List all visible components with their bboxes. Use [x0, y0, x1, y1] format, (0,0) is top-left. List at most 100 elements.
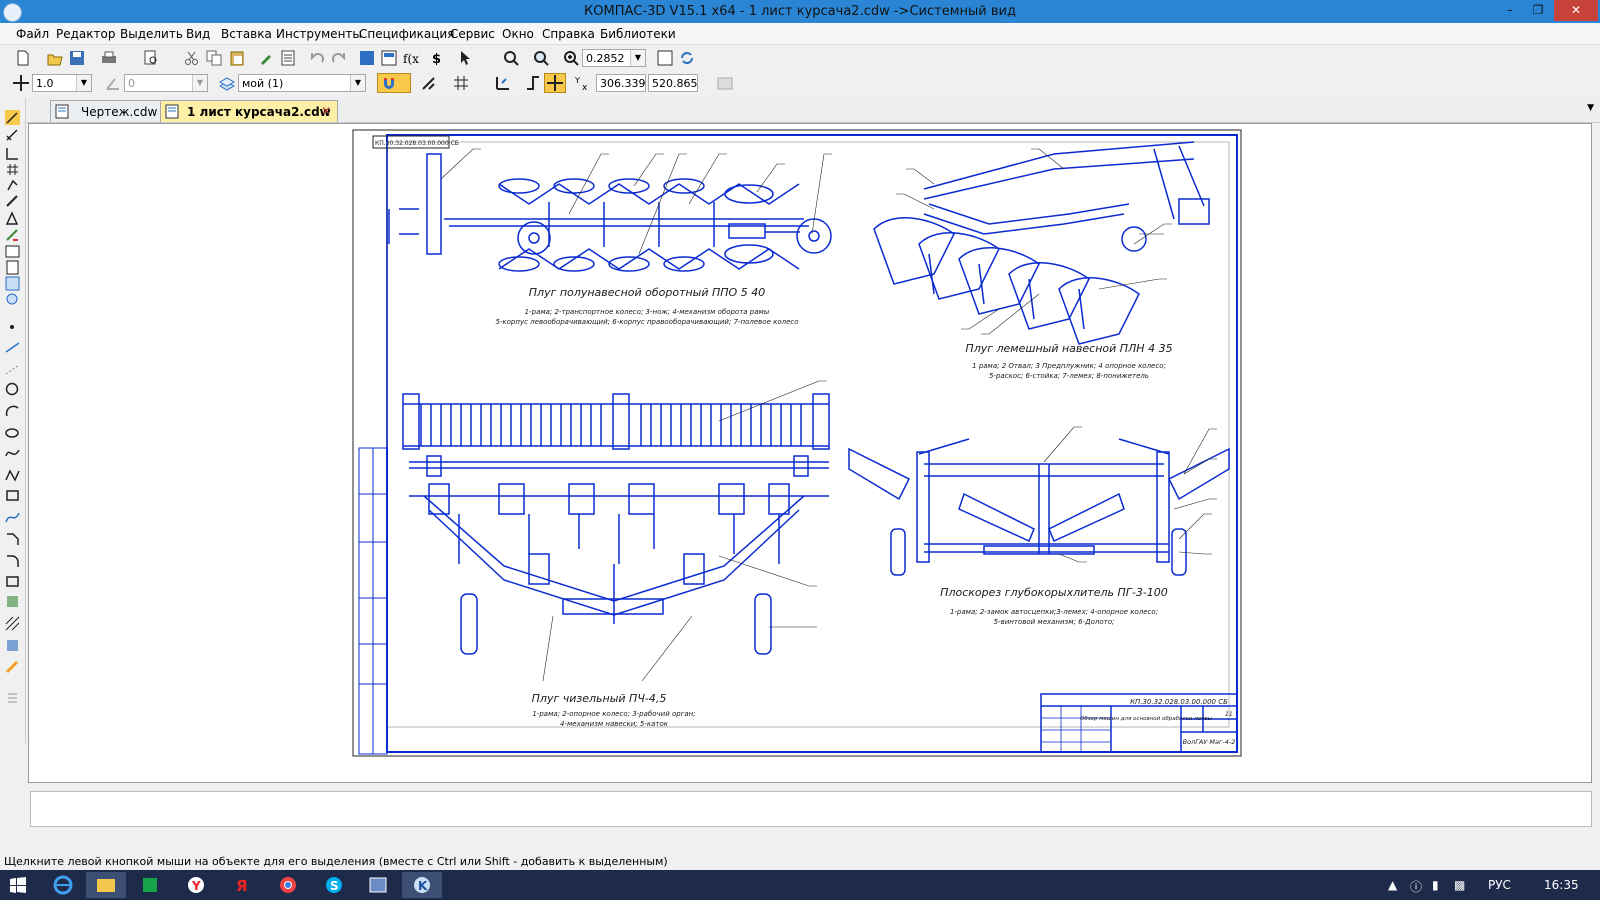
- menu-tools[interactable]: Инструменты: [276, 27, 362, 41]
- point-icon[interactable]: [5, 320, 20, 335]
- clock[interactable]: 16:35: [1544, 878, 1579, 892]
- calculator-icon[interactable]: $: [430, 49, 448, 67]
- ortho-icon[interactable]: [494, 74, 512, 92]
- rectangle-icon[interactable]: [5, 488, 20, 503]
- windows-start-icon[interactable]: [10, 877, 26, 893]
- properties-icon[interactable]: [279, 49, 297, 67]
- save-icon[interactable]: [68, 49, 86, 67]
- insert-icon[interactable]: [5, 260, 20, 275]
- menu-edit[interactable]: Редактор: [56, 27, 115, 41]
- snap-button[interactable]: [377, 73, 411, 93]
- coord-x-field[interactable]: 306.339: [596, 74, 646, 92]
- geometry-icon[interactable]: [5, 110, 20, 125]
- chevron-down-icon[interactable]: ▼: [192, 75, 207, 91]
- help-pointer-icon[interactable]: [458, 49, 476, 67]
- reports-icon[interactable]: [5, 244, 20, 259]
- fillet-icon[interactable]: [5, 554, 20, 569]
- spec-icon[interactable]: [5, 228, 20, 243]
- menu-help[interactable]: Справка: [542, 27, 595, 41]
- spline-icon[interactable]: [5, 446, 20, 461]
- zoom-fit-icon[interactable]: [502, 49, 520, 67]
- local-cs-icon[interactable]: [420, 74, 438, 92]
- internet-explorer-icon[interactable]: [43, 872, 83, 898]
- yandex-icon[interactable]: Я: [222, 872, 262, 898]
- battery-icon[interactable]: ▮: [1432, 878, 1439, 892]
- close-tab-icon[interactable]: ✕: [321, 104, 331, 118]
- pan-icon[interactable]: [656, 49, 674, 67]
- angle-field[interactable]: 0 ▼: [124, 74, 208, 92]
- coordinate-snap-button[interactable]: [544, 73, 566, 93]
- hatch-icon[interactable]: [5, 616, 20, 631]
- redo-icon[interactable]: [330, 49, 348, 67]
- contour-icon[interactable]: [5, 594, 20, 609]
- tabs-menu-chevron-icon[interactable]: ▼: [1587, 103, 1594, 113]
- properties-panel[interactable]: [30, 791, 1592, 827]
- menu-service[interactable]: Сервис: [450, 27, 495, 41]
- grid-icon[interactable]: [452, 74, 470, 92]
- info-icon[interactable]: ⓘ: [1410, 878, 1422, 895]
- restore-button[interactable]: ❐: [1524, 0, 1552, 21]
- window-app-icon[interactable]: [358, 872, 398, 898]
- menu-insert[interactable]: Вставка: [221, 27, 272, 41]
- undo-icon[interactable]: [308, 49, 326, 67]
- tray-arrow-icon[interactable]: ▲: [1388, 878, 1397, 892]
- ellipse-icon[interactable]: [5, 426, 20, 441]
- polyline-icon[interactable]: [5, 468, 20, 483]
- coord-y-field[interactable]: 520.865: [648, 74, 698, 92]
- chevron-down-icon[interactable]: ▼: [350, 75, 365, 91]
- parametrization-icon[interactable]: [5, 178, 20, 193]
- orthogonal-mode-icon[interactable]: [524, 74, 542, 92]
- arc-icon[interactable]: [5, 404, 20, 419]
- layer-icon[interactable]: [218, 74, 236, 92]
- dimensions-icon[interactable]: [5, 128, 20, 143]
- chrome-icon[interactable]: [268, 872, 308, 898]
- segment-icon[interactable]: [5, 340, 20, 355]
- paste-icon[interactable]: [228, 49, 246, 67]
- variables-icon[interactable]: f(x): [402, 49, 420, 67]
- menu-specification[interactable]: Спецификация: [359, 27, 454, 41]
- auxiliary-line-icon[interactable]: [5, 362, 20, 377]
- equidistant-icon[interactable]: [5, 660, 20, 675]
- selection-icon[interactable]: [5, 211, 20, 226]
- format-brush-icon[interactable]: [257, 49, 275, 67]
- zoom-field[interactable]: 0.2852 ▼: [582, 49, 646, 67]
- chamfer-icon[interactable]: [5, 532, 20, 547]
- refresh-icon[interactable]: [678, 49, 696, 67]
- chevron-down-icon[interactable]: ▼: [76, 75, 91, 91]
- edit-icon[interactable]: [5, 162, 20, 177]
- manager-icon[interactable]: [358, 49, 376, 67]
- chevron-down-icon[interactable]: ▼: [630, 50, 645, 66]
- open-icon[interactable]: [46, 49, 64, 67]
- menu-view[interactable]: Вид: [186, 27, 210, 41]
- cursor-step-field[interactable]: 1.0 ▼: [32, 74, 92, 92]
- designations-icon[interactable]: [5, 146, 20, 161]
- zoom-window-icon[interactable]: [532, 49, 550, 67]
- print-icon[interactable]: [100, 49, 118, 67]
- new-document-icon[interactable]: [14, 49, 32, 67]
- minimize-button[interactable]: –: [1496, 0, 1524, 21]
- menu-select[interactable]: Выделить: [120, 27, 183, 41]
- menu-window[interactable]: Окно: [502, 27, 534, 41]
- preview-icon[interactable]: [142, 49, 160, 67]
- cut-icon[interactable]: [183, 49, 201, 67]
- menu-libraries[interactable]: Библиотеки: [600, 27, 676, 41]
- zoom-in-icon[interactable]: [562, 49, 580, 67]
- tab-active-drawing[interactable]: 1 лист курсача2.cdw ✕: [160, 100, 338, 122]
- close-button[interactable]: ✕: [1554, 0, 1598, 21]
- circle-icon[interactable]: [5, 382, 20, 397]
- copy-icon[interactable]: [205, 49, 223, 67]
- collapse-icon[interactable]: [5, 690, 20, 705]
- drawing-canvas[interactable]: КП.30.32.028.03.00.000 СБ Плуг полунавес…: [28, 123, 1592, 783]
- kompas-taskbar-icon[interactable]: K: [402, 872, 442, 898]
- cursor-step-icon[interactable]: [12, 74, 30, 92]
- layer-field[interactable]: мой (1) ▼: [238, 74, 366, 92]
- angle-icon[interactable]: [104, 74, 122, 92]
- language-indicator[interactable]: РУС: [1488, 878, 1511, 892]
- skype-icon[interactable]: S: [314, 872, 354, 898]
- library-manager-icon[interactable]: [380, 49, 398, 67]
- file-explorer-icon[interactable]: [86, 872, 126, 898]
- measure-icon[interactable]: [5, 194, 20, 209]
- signal-icon[interactable]: ▩: [1454, 878, 1465, 892]
- tab-drawing[interactable]: Чертеж.cdw: [50, 100, 178, 122]
- store-icon[interactable]: [130, 872, 170, 898]
